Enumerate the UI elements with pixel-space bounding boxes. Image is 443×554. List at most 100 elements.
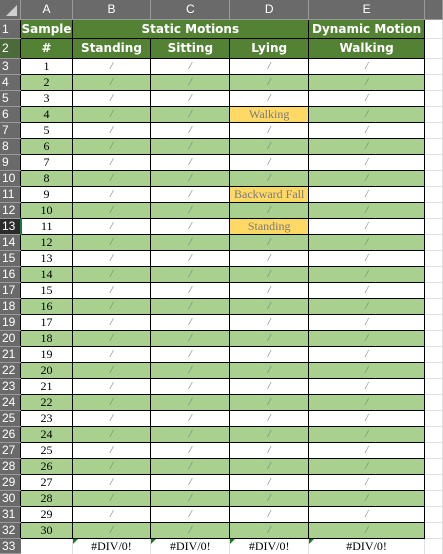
standing-cell[interactable]: /	[71, 425, 152, 443]
cell[interactable]	[424, 170, 443, 187]
lying-header[interactable]: Lying	[229, 37, 310, 59]
select-all-corner[interactable]	[0, 0, 22, 20]
sample-number-cell[interactable]: 9	[20, 185, 73, 203]
column-header-a[interactable]: A	[20, 0, 73, 20]
sitting-cell[interactable]: /	[150, 361, 231, 379]
cell[interactable]	[424, 538, 443, 554]
sitting-cell[interactable]: /	[150, 265, 231, 283]
standing-cell[interactable]: /	[71, 409, 152, 427]
cell[interactable]	[424, 378, 443, 395]
row-header-22[interactable]: 22	[0, 362, 21, 379]
standing-cell[interactable]: /	[71, 281, 152, 299]
lying-cell[interactable]: /	[229, 233, 310, 251]
static-motions-header[interactable]: Static Motions	[71, 18, 310, 39]
lying-cell[interactable]: /	[229, 345, 310, 363]
cell[interactable]	[424, 394, 443, 411]
sitting-cell[interactable]: /	[150, 425, 231, 443]
lying-cell[interactable]: /	[229, 393, 310, 411]
column-header-e[interactable]: E	[308, 0, 426, 20]
cell[interactable]	[424, 234, 443, 251]
sample-number-cell[interactable]: 15	[20, 281, 73, 299]
standing-cell[interactable]: /	[71, 313, 152, 331]
standing-cell[interactable]: /	[71, 441, 152, 459]
sample-number-cell[interactable]: 1	[20, 57, 73, 75]
sitting-cell[interactable]: /	[150, 185, 231, 203]
cell[interactable]	[424, 250, 443, 267]
row-header-32[interactable]: 32	[0, 522, 21, 539]
column-header-c[interactable]: C	[150, 0, 231, 20]
standing-cell[interactable]: /	[71, 297, 152, 315]
row-header-16[interactable]: 16	[0, 266, 21, 283]
walking-cell[interactable]: /	[308, 361, 426, 379]
sample-number-cell[interactable]: 23	[20, 409, 73, 427]
row-header-28[interactable]: 28	[0, 458, 21, 475]
cell[interactable]	[424, 106, 443, 123]
cell[interactable]	[424, 426, 443, 443]
walking-cell[interactable]: /	[308, 457, 426, 475]
sample-number-cell[interactable]: 11	[20, 217, 73, 235]
column-header-f[interactable]	[424, 0, 443, 20]
walking-cell[interactable]: /	[308, 185, 426, 203]
walking-cell[interactable]: /	[308, 73, 426, 91]
walking-cell[interactable]: /	[308, 201, 426, 219]
row-header-9[interactable]: 9	[0, 154, 21, 171]
row-header-25[interactable]: 25	[0, 410, 21, 427]
standing-average-cell[interactable]: #DIV/0!	[72, 538, 152, 554]
sitting-cell[interactable]: /	[150, 521, 231, 539]
row-header-3[interactable]: 3	[0, 58, 21, 75]
row-header-4[interactable]: 4	[0, 74, 21, 91]
sitting-cell[interactable]: /	[150, 249, 231, 267]
walking-cell[interactable]: /	[308, 441, 426, 459]
row-header-2[interactable]: 2	[0, 38, 21, 59]
sitting-cell[interactable]: /	[150, 233, 231, 251]
lying-cell-flagged[interactable]: Walking	[229, 105, 310, 123]
sample-number-cell[interactable]: 6	[20, 137, 73, 155]
row-header-21[interactable]: 21	[0, 346, 21, 363]
cell[interactable]	[20, 538, 73, 554]
walking-cell[interactable]: /	[308, 377, 426, 395]
lying-cell-flagged[interactable]: Backward Fall	[229, 185, 310, 203]
walking-cell[interactable]: /	[308, 249, 426, 267]
sample-number-cell[interactable]: 2	[20, 73, 73, 91]
cell[interactable]	[424, 346, 443, 363]
sitting-cell[interactable]: /	[150, 89, 231, 107]
walking-cell[interactable]: /	[308, 217, 426, 235]
sitting-cell[interactable]: /	[150, 473, 231, 491]
standing-cell[interactable]: /	[71, 361, 152, 379]
sitting-cell[interactable]: /	[150, 409, 231, 427]
sitting-cell[interactable]: /	[150, 281, 231, 299]
walking-cell[interactable]: /	[308, 425, 426, 443]
sitting-cell[interactable]: /	[150, 505, 231, 523]
cell[interactable]	[424, 522, 443, 539]
lying-cell[interactable]: /	[229, 329, 310, 347]
sample-number-cell[interactable]: 28	[20, 489, 73, 507]
standing-cell[interactable]: /	[71, 169, 152, 187]
row-header-17[interactable]: 17	[0, 282, 21, 299]
sample-number-cell[interactable]: 25	[20, 441, 73, 459]
sitting-cell[interactable]: /	[150, 57, 231, 75]
cell[interactable]	[424, 218, 443, 235]
standing-cell[interactable]: /	[71, 329, 152, 347]
row-header-20[interactable]: 20	[0, 330, 21, 347]
column-header-b[interactable]: B	[72, 0, 152, 20]
lying-cell[interactable]: /	[229, 57, 310, 75]
walking-cell[interactable]: /	[308, 489, 426, 507]
walking-cell[interactable]: /	[308, 169, 426, 187]
row-header-31[interactable]: 31	[0, 506, 21, 523]
sitting-average-cell[interactable]: #DIV/0!	[150, 538, 231, 554]
row-header-15[interactable]: 15	[0, 250, 21, 267]
sample-number-cell[interactable]: 13	[20, 249, 73, 267]
row-header-8[interactable]: 8	[0, 138, 21, 155]
lying-cell[interactable]: /	[229, 473, 310, 491]
cell[interactable]	[424, 74, 443, 91]
standing-cell[interactable]: /	[71, 217, 152, 235]
cell[interactable]	[424, 90, 443, 107]
walking-cell[interactable]: /	[308, 521, 426, 539]
cell[interactable]	[424, 154, 443, 171]
lying-cell[interactable]: /	[229, 377, 310, 395]
standing-cell[interactable]: /	[71, 153, 152, 171]
sitting-cell[interactable]: /	[150, 217, 231, 235]
cell[interactable]	[424, 298, 443, 315]
row-header-7[interactable]: 7	[0, 122, 21, 139]
walking-cell[interactable]: /	[308, 345, 426, 363]
